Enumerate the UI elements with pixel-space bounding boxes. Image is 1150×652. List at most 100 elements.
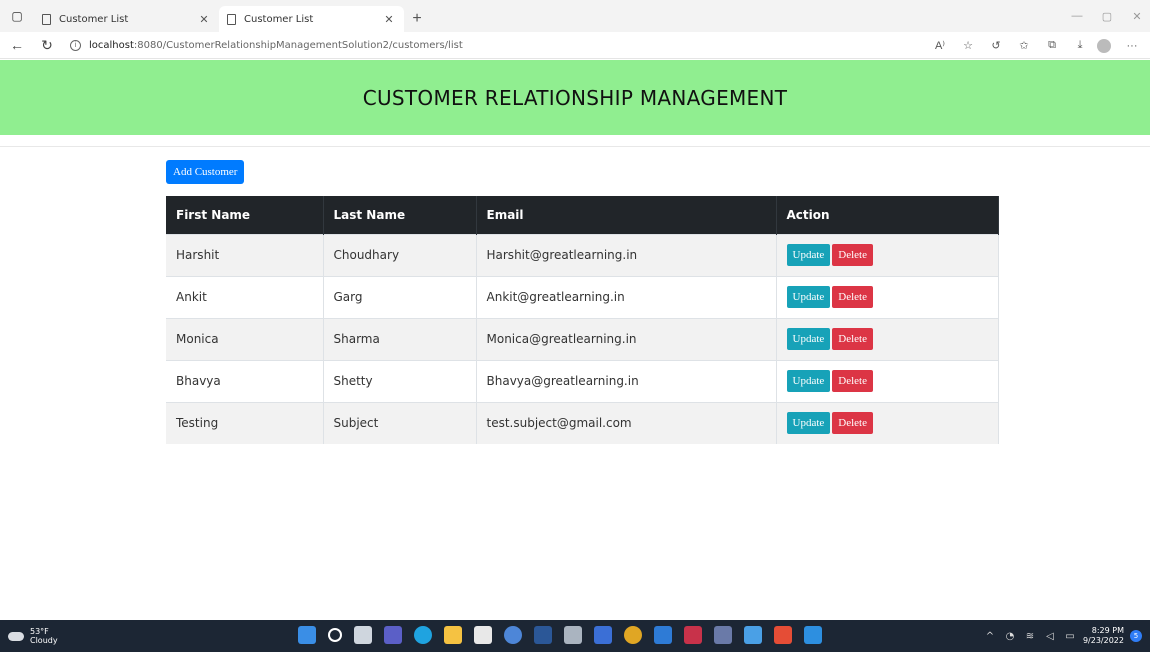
tab-actions-icon[interactable]: ▢ [0,9,34,23]
app-icon[interactable] [654,626,672,644]
clock-time: 8:29 PM [1091,626,1124,635]
task-view-icon[interactable] [354,626,372,644]
delete-button[interactable]: Delete [832,244,873,266]
cell-action: Update Delete [776,359,999,402]
browser-tab-active[interactable]: Customer List ✕ [219,6,404,32]
delete-button[interactable]: Delete [832,370,873,392]
browser-navbar: ← ↻ i localhost :8080/CustomerRelationsh… [0,32,1150,59]
read-aloud-icon[interactable]: A⁾ [928,36,952,56]
file-explorer-icon[interactable] [444,626,462,644]
table-row: Ankit Garg Ankit@greatlearning.in Update… [166,275,999,318]
chat-icon[interactable] [384,626,402,644]
table-row: Monica Sharma Monica@greatlearning.in Up… [166,317,999,360]
downloads-icon[interactable]: ⤓ [1068,36,1092,56]
cell-first-name: Ankit [166,275,324,318]
close-icon[interactable]: ✕ [382,13,396,26]
favorite-add-icon[interactable]: ☆ [956,36,980,56]
cell-last-name: Sharma [323,317,477,360]
update-button[interactable]: Update [786,328,831,350]
search-icon[interactable] [328,628,342,642]
refresh-icon[interactable]: ↻ [34,37,60,54]
back-icon[interactable]: ← [4,37,30,53]
collections-icon[interactable]: ⧉ [1040,36,1064,56]
app-icon[interactable] [744,626,762,644]
notification-badge[interactable]: 5 [1130,630,1142,642]
tab-title: Customer List [59,13,129,25]
cell-last-name: Subject [323,401,477,444]
cell-last-name: Shetty [323,359,477,402]
profile-avatar[interactable] [1097,38,1111,53]
add-customer-button[interactable]: Add Customer [166,160,245,184]
app-icon[interactable] [594,626,612,644]
tab-title: Customer List [244,13,314,25]
weather-desc: Cloudy [30,636,58,645]
weather-widget[interactable]: 53°F Cloudy [8,627,58,645]
taskbar-apps [292,624,828,646]
window-controls: — ▢ ✕ [1060,0,1150,32]
refresh-page-icon[interactable]: ↺ [984,36,1008,56]
cell-first-name: Testing [166,401,324,444]
close-icon[interactable]: ✕ [197,13,211,26]
minimize-icon[interactable]: — [1064,0,1090,32]
delete-button[interactable]: Delete [832,286,873,308]
column-header-last-name: Last Name [323,196,477,234]
favorites-icon[interactable]: ✩ [1012,36,1036,56]
app-icon[interactable] [714,626,732,644]
cloud-icon [8,631,24,641]
cell-email: Ankit@greatlearning.in [476,275,777,318]
update-button[interactable]: Update [786,286,831,308]
cell-action: Update Delete [776,233,999,276]
weather-temp: 53°F [30,627,49,636]
battery-icon[interactable]: ▭ [1063,631,1077,642]
wifi-icon[interactable]: ≋ [1023,631,1037,642]
clock-date: 9/23/2022 [1082,636,1124,645]
address-bar[interactable]: i localhost :8080/CustomerRelationshipMa… [70,39,463,51]
chrome-icon[interactable] [624,626,642,644]
info-icon[interactable]: i [70,39,81,51]
clock[interactable]: 8:29 PM 9/23/2022 [1083,626,1124,646]
close-window-icon[interactable]: ✕ [1124,0,1150,32]
cell-action: Update Delete [776,317,999,360]
url-path: :8080/CustomerRelationshipManagementSolu… [133,39,463,51]
delete-button[interactable]: Delete [832,412,873,435]
url-host: localhost [89,39,134,51]
column-header-email: Email [476,196,777,234]
app-icon[interactable] [684,626,702,644]
restore-icon[interactable]: ▢ [1094,0,1120,32]
app-icon[interactable] [804,626,822,644]
page-icon [227,13,236,25]
app-icon[interactable] [774,626,792,644]
cell-first-name: Harshit [166,233,324,276]
app-icon[interactable] [564,626,582,644]
table-row: Harshit Choudhary Harshit@greatlearning.… [166,233,999,276]
app-icon[interactable] [534,626,552,644]
store-icon[interactable] [474,626,492,644]
chevron-up-icon[interactable]: ^ [983,631,997,642]
page-title: CUSTOMER RELATIONSHIP MANAGEMENT [362,85,788,110]
start-icon[interactable] [298,626,316,644]
table-header-row: First Name Last Name Email Action [166,196,999,234]
volume-icon[interactable]: ◁ [1043,631,1057,642]
browser-toolbar: A⁾ ☆ ↺ ✩ ⧉ ⤓ ··· [924,32,1144,59]
cell-last-name: Garg [323,275,477,318]
network-status-icon[interactable]: ◔ [1003,631,1017,642]
new-tab-icon[interactable]: + [404,6,430,32]
cell-email: test.subject@gmail.com [476,401,777,444]
customer-table: First Name Last Name Email Action Harshi… [166,196,999,444]
cell-action: Update Delete [776,401,999,444]
update-button[interactable]: Update [786,370,831,392]
table-row: Testing Subject test.subject@gmail.com U… [166,401,999,444]
cell-first-name: Monica [166,317,324,360]
delete-button[interactable]: Delete [832,328,873,350]
update-button[interactable]: Update [786,412,831,435]
cell-email: Bhavya@greatlearning.in [476,359,777,402]
browser-tab[interactable]: Customer List ✕ [34,6,219,32]
divider [0,146,1150,147]
more-icon[interactable]: ··· [1120,36,1144,56]
edge-icon[interactable] [414,626,432,644]
system-tray: ^ ◔ ≋ ◁ ▭ 8:29 PM 9/23/2022 5 [983,620,1142,652]
browser-tab-strip: ▢ Customer List ✕ Customer List ✕ + — ▢ … [0,0,1150,32]
app-icon[interactable] [504,626,522,644]
update-button[interactable]: Update [786,244,831,266]
taskbar: 53°F Cloudy ^ ◔ ≋ ◁ ▭ 8:29 PM 9/23/2022 … [0,620,1150,652]
